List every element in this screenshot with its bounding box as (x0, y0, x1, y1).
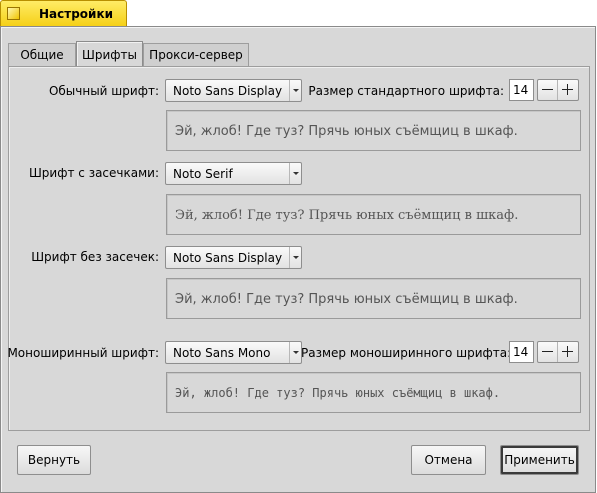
regular-font-preview: Эй, жлоб! Где туз? Прячь юных съёмщиц в … (166, 110, 581, 151)
minus-icon[interactable] (538, 80, 558, 100)
plus-icon[interactable] (558, 80, 578, 100)
regular-size-value: 14 (513, 83, 529, 97)
tab-fonts-label: Шрифты (82, 48, 137, 62)
minus-icon[interactable] (538, 342, 558, 362)
revert-button-label: Вернуть (27, 453, 81, 467)
tab-proxy-label: Прокси-сервер (149, 48, 243, 62)
regular-font-label: Обычный шрифт: (48, 84, 159, 98)
tab-general[interactable]: Общие (8, 43, 76, 66)
tab-fonts[interactable]: Шрифты (76, 41, 143, 67)
chevron-down-icon (289, 247, 301, 268)
regular-size-label: Размер стандартного шрифта: (308, 84, 504, 98)
revert-button[interactable]: Вернуть (17, 445, 91, 475)
serif-font-label: Шрифт с засечками: (28, 166, 159, 180)
sans-font-label: Шрифт без засечек: (31, 250, 159, 264)
cancel-button[interactable]: Отмена (411, 445, 486, 475)
mono-size-input[interactable]: 14 (509, 341, 534, 363)
chevron-down-icon (289, 80, 301, 101)
tab-general-label: Общие (20, 48, 64, 62)
regular-font-value: Noto Sans Display (173, 84, 283, 98)
mono-font-preview: Эй, жлоб! Где туз? Прячь юных съёмщиц в … (166, 372, 581, 413)
serif-font-dropdown[interactable]: Noto Serif (165, 162, 302, 185)
mono-size-value: 14 (513, 345, 529, 359)
sans-font-dropdown[interactable]: Noto Sans Display (165, 246, 302, 269)
mono-font-label: Моноширинный шрифт: (7, 346, 159, 360)
serif-font-preview: Эй, жлоб! Где туз? Прячь юных съёмщиц в … (166, 194, 581, 235)
settings-window: Общие Шрифты Прокси-сервер Обычный шрифт… (0, 26, 596, 493)
chevron-down-icon (289, 342, 301, 363)
chevron-down-icon (289, 163, 301, 184)
cancel-button-label: Отмена (424, 453, 473, 467)
regular-font-dropdown[interactable]: Noto Sans Display (165, 79, 302, 102)
mono-font-value: Noto Sans Mono (173, 346, 271, 360)
sans-font-value: Noto Sans Display (173, 251, 283, 265)
sans-font-preview: Эй, жлоб! Где туз? Прячь юных съёмщиц в … (166, 278, 581, 319)
mono-size-stepper[interactable] (537, 341, 579, 363)
regular-size-input[interactable]: 14 (509, 79, 534, 101)
plus-icon[interactable] (558, 342, 578, 362)
window-title-tab[interactable]: Настройки (0, 0, 127, 27)
close-box-icon[interactable] (7, 7, 20, 20)
mono-size-label: Размер моноширинного шрифта: (301, 346, 512, 360)
apply-button-label: Применить (504, 453, 575, 467)
apply-button[interactable]: Применить (500, 445, 579, 475)
mono-font-dropdown[interactable]: Noto Sans Mono (165, 341, 302, 364)
tab-proxy[interactable]: Прокси-сервер (143, 43, 249, 66)
regular-size-stepper[interactable] (537, 79, 579, 101)
window-title: Настройки (39, 7, 114, 21)
serif-font-value: Noto Serif (173, 167, 233, 181)
